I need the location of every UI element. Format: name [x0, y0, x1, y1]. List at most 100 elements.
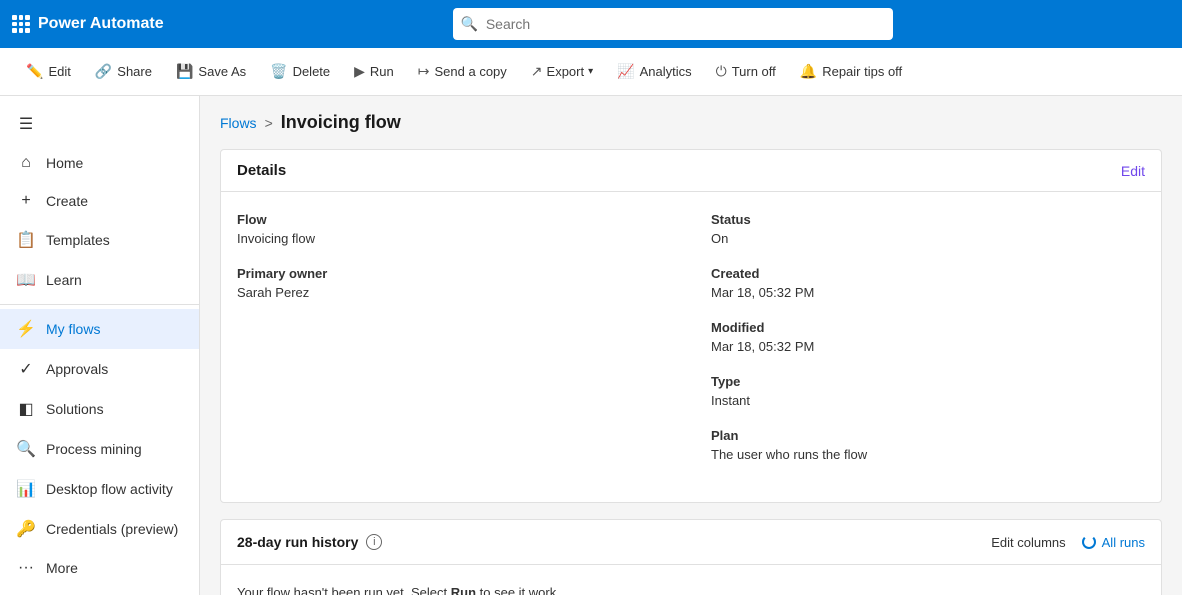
all-runs-link[interactable]: All runs: [1082, 535, 1145, 550]
run-history-actions: Edit columns All runs: [991, 535, 1145, 550]
repair-tips-button[interactable]: 🔔 Repair tips off: [790, 57, 912, 86]
turn-off-button[interactable]: ⏻ Turn off: [706, 57, 786, 86]
delete-button[interactable]: 🗑️ Delete: [260, 57, 340, 86]
process-mining-icon: 🔍: [16, 439, 36, 459]
detail-primary-owner: Primary owner Sarah Perez: [237, 266, 671, 300]
run-icon: ▶: [354, 63, 365, 80]
details-left-column: Flow Invoicing flow Primary owner Sarah …: [237, 212, 671, 482]
sidebar-item-solutions[interactable]: ◧ Solutions: [0, 389, 199, 429]
details-card-title: Details: [237, 162, 286, 179]
type-label: Type: [711, 374, 1145, 389]
primary-owner-value: Sarah Perez: [237, 285, 671, 300]
detail-flow: Flow Invoicing flow: [237, 212, 671, 246]
solutions-icon: ◧: [16, 399, 36, 419]
type-value: Instant: [711, 393, 1145, 408]
edit-columns-link[interactable]: Edit columns: [991, 535, 1065, 550]
app-name: Power Automate: [38, 15, 164, 33]
sidebar-item-more[interactable]: ··· More: [0, 549, 199, 587]
plan-value: The user who runs the flow: [711, 447, 1145, 462]
run-history-header: 28-day run history i Edit columns All ru…: [221, 520, 1161, 565]
app-body: ☰ ⌂ Home + Create 📋 Templates 📖 Learn ⚡ …: [0, 96, 1182, 595]
my-flows-icon: ⚡: [16, 319, 36, 339]
power-icon: ⏻: [716, 63, 727, 80]
breadcrumb-flows-link[interactable]: Flows: [220, 115, 257, 131]
sidebar-item-create[interactable]: + Create: [0, 182, 199, 220]
detail-plan: Plan The user who runs the flow: [711, 428, 1145, 462]
created-label: Created: [711, 266, 1145, 281]
save-icon: 💾: [176, 63, 193, 80]
info-icon[interactable]: i: [366, 534, 382, 550]
details-card: Details Edit Flow Invoicing flow Primary…: [220, 149, 1162, 503]
sidebar: ☰ ⌂ Home + Create 📋 Templates 📖 Learn ⚡ …: [0, 96, 200, 595]
detail-status: Status On: [711, 212, 1145, 246]
search-icon: 🔍: [461, 16, 478, 33]
breadcrumb-current: Invoicing flow: [281, 112, 401, 133]
refresh-icon: [1082, 535, 1096, 549]
share-button[interactable]: 🔗 Share: [85, 57, 162, 86]
run-history-title-group: 28-day run history i: [237, 534, 382, 550]
breadcrumb-separator: >: [265, 115, 273, 131]
run-history-run-keyword: Run: [451, 585, 476, 595]
more-icon: ···: [16, 559, 36, 577]
analytics-button[interactable]: 📈 Analytics: [607, 57, 701, 86]
export-chevron-icon: ▾: [588, 66, 593, 77]
delete-icon: 🗑️: [270, 63, 287, 80]
created-value: Mar 18, 05:32 PM: [711, 285, 1145, 300]
approvals-icon: ✓: [16, 359, 36, 379]
bell-icon: 🔔: [800, 63, 817, 80]
send-copy-button[interactable]: ↦ Send a copy: [408, 57, 517, 86]
run-history-card: 28-day run history i Edit columns All ru…: [220, 519, 1162, 595]
edit-button[interactable]: ✏️ Edit: [16, 57, 81, 86]
search-input[interactable]: [453, 8, 893, 40]
sidebar-item-process-mining[interactable]: 🔍 Process mining: [0, 429, 199, 469]
sidebar-item-learn[interactable]: 📖 Learn: [0, 260, 199, 300]
details-card-header: Details Edit: [221, 150, 1161, 192]
create-icon: +: [16, 192, 36, 210]
edit-icon: ✏️: [26, 63, 43, 80]
detail-created: Created Mar 18, 05:32 PM: [711, 266, 1145, 300]
templates-icon: 📋: [16, 230, 36, 250]
sidebar-item-templates[interactable]: 📋 Templates: [0, 220, 199, 260]
save-as-button[interactable]: 💾 Save As: [166, 57, 256, 86]
details-edit-link[interactable]: Edit: [1121, 163, 1145, 179]
primary-owner-label: Primary owner: [237, 266, 671, 281]
details-card-body: Flow Invoicing flow Primary owner Sarah …: [221, 192, 1161, 502]
hamburger-icon: ☰: [16, 114, 36, 134]
send-copy-icon: ↦: [418, 63, 430, 80]
modified-value: Mar 18, 05:32 PM: [711, 339, 1145, 354]
action-toolbar: ✏️ Edit 🔗 Share 💾 Save As 🗑️ Delete ▶ Ru…: [0, 48, 1182, 96]
main-content: Flows > Invoicing flow Details Edit Flow…: [200, 96, 1182, 595]
home-icon: ⌂: [16, 154, 36, 172]
flow-label: Flow: [237, 212, 671, 227]
status-value: On: [711, 231, 1145, 246]
run-history-title: 28-day run history: [237, 534, 358, 550]
sidebar-item-desktop-flow-activity[interactable]: 📊 Desktop flow activity: [0, 469, 199, 509]
top-navigation-bar: Power Automate 🔍: [0, 0, 1182, 48]
app-logo: Power Automate: [12, 15, 164, 33]
sidebar-item-credentials[interactable]: 🔑 Credentials (preview): [0, 509, 199, 549]
desktop-flow-icon: 📊: [16, 479, 36, 499]
sidebar-divider: [0, 304, 199, 305]
export-icon: ↗: [531, 63, 543, 80]
learn-icon: 📖: [16, 270, 36, 290]
run-history-empty-suffix: to see it work.: [476, 585, 560, 595]
detail-modified: Modified Mar 18, 05:32 PM: [711, 320, 1145, 354]
run-button[interactable]: ▶ Run: [344, 57, 404, 86]
modified-label: Modified: [711, 320, 1145, 335]
detail-type: Type Instant: [711, 374, 1145, 408]
breadcrumb: Flows > Invoicing flow: [220, 112, 1162, 133]
export-button[interactable]: ↗ Export ▾: [521, 57, 603, 86]
sidebar-menu-toggle[interactable]: ☰: [0, 104, 199, 144]
credentials-icon: 🔑: [16, 519, 36, 539]
plan-label: Plan: [711, 428, 1145, 443]
sidebar-item-home[interactable]: ⌂ Home: [0, 144, 199, 182]
details-right-column: Status On Created Mar 18, 05:32 PM Modif…: [711, 212, 1145, 482]
run-history-body: Your flow hasn't been run yet. Select Ru…: [221, 565, 1161, 595]
sidebar-item-approvals[interactable]: ✓ Approvals: [0, 349, 199, 389]
sidebar-main-nav: ☰ ⌂ Home + Create 📋 Templates 📖 Learn ⚡ …: [0, 96, 199, 595]
search-bar[interactable]: 🔍: [453, 8, 893, 40]
share-icon: 🔗: [95, 63, 112, 80]
sidebar-item-my-flows[interactable]: ⚡ My flows: [0, 309, 199, 349]
run-history-empty-prefix: Your flow hasn't been run yet. Select: [237, 585, 451, 595]
grid-icon: [12, 15, 30, 33]
